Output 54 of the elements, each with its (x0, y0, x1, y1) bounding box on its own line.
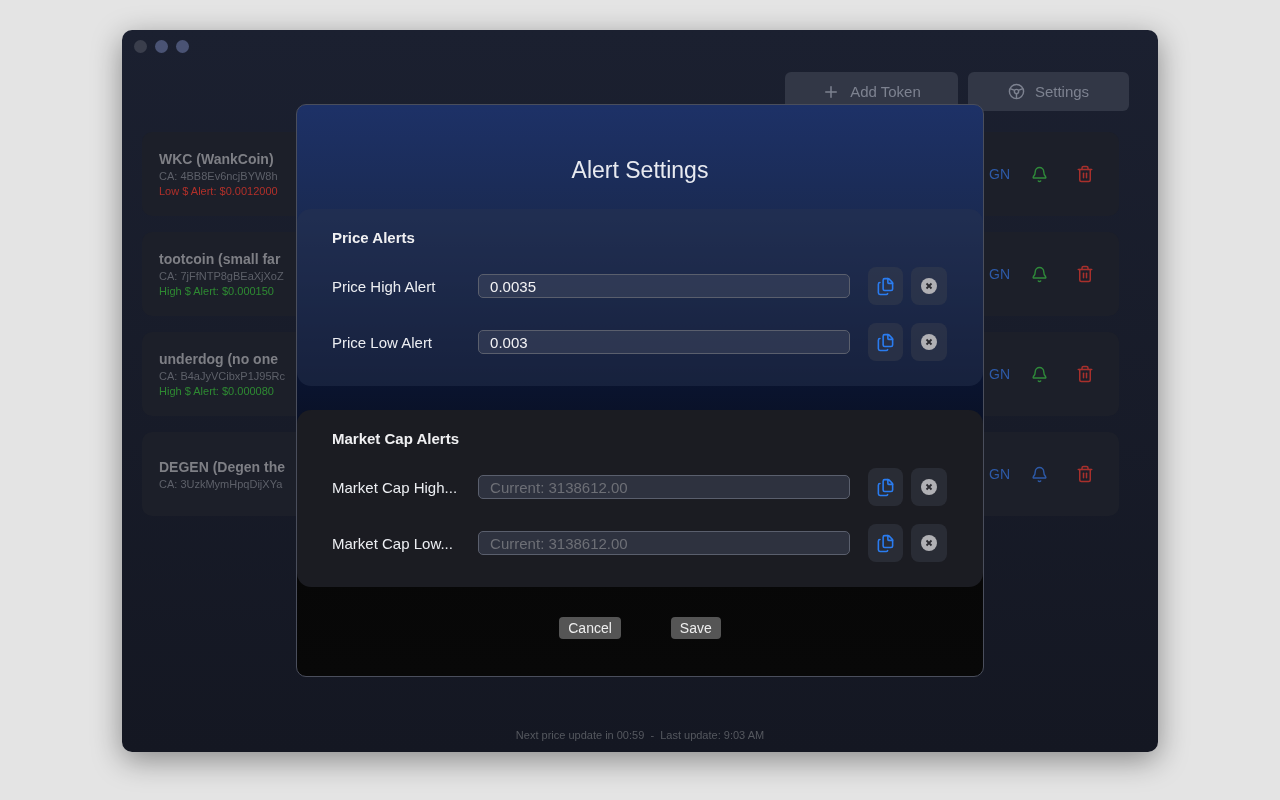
dialog-title: Alert Settings (570, 156, 710, 185)
window-control[interactable] (134, 40, 147, 53)
clear-button[interactable] (911, 468, 947, 506)
token-link[interactable]: GN (989, 266, 1011, 282)
clear-icon (921, 535, 938, 551)
clear-button[interactable] (911, 524, 947, 562)
input-field[interactable]: 0.0035 (478, 274, 850, 298)
paste-button[interactable] (867, 323, 904, 361)
token-name: DEGEN (Degen the (159, 458, 285, 475)
settings-button[interactable]: Settings (968, 72, 1129, 111)
clear-icon (921, 278, 938, 294)
field-label: Price High Alert (332, 277, 437, 295)
trash-icon (1076, 465, 1094, 483)
section-title: Price Alerts (332, 229, 416, 246)
alert-text: High $ Alert: $0.000080 (159, 385, 274, 397)
contract-address: CA: 4BB8Ev6ncjBYW8h (159, 170, 278, 182)
clear-icon (921, 479, 938, 495)
status-text: Next price update in 00:59 - Last update: 9:03 AM (515, 729, 765, 741)
window-control[interactable] (155, 40, 168, 53)
input-field[interactable]: Current: 3138612.00 (478, 531, 850, 555)
section-title: Market Cap Alerts (332, 430, 460, 447)
input-field[interactable]: Current: 3138612.00 (478, 475, 850, 499)
field-label: Market Cap Low... (332, 534, 454, 552)
paste-button[interactable] (867, 468, 904, 506)
token-name: tootcoin (small far (159, 251, 281, 267)
trash-icon (1076, 165, 1094, 183)
token-link[interactable]: GN (989, 466, 1011, 482)
input-field[interactable]: 0.003 (478, 330, 850, 354)
paste-button[interactable] (867, 267, 904, 305)
alert-text: Low $ Alert: $0.0012000 (159, 185, 278, 197)
field-label: Price Low Alert (332, 333, 434, 351)
token-link[interactable]: GN (989, 366, 1011, 382)
trash-icon (1076, 265, 1094, 283)
field-label: Market Cap High... (332, 478, 459, 496)
steering-wheel-icon (1007, 83, 1025, 100)
token-name: underdog (no one (159, 351, 278, 367)
alert-text: High $ Alert: $0.000150 (159, 285, 274, 297)
window-control[interactable] (176, 40, 189, 53)
contract-address: CA: 3UzkMymHpqDijXYa (159, 477, 283, 490)
clear-button[interactable] (911, 267, 947, 305)
clear-icon (921, 334, 938, 350)
contract-address: CA: B4aJyVCibxP1J95Rc (159, 370, 285, 382)
trash-icon (1076, 365, 1094, 383)
documents-icon (875, 276, 895, 296)
save-button[interactable]: Save (670, 617, 721, 639)
clear-button[interactable] (911, 323, 947, 361)
documents-icon (875, 332, 895, 352)
paste-button[interactable] (867, 524, 904, 562)
documents-icon (875, 477, 895, 497)
documents-icon (875, 533, 895, 553)
token-name: WKC (WankCoin) (159, 151, 274, 167)
cancel-button[interactable]: Cancel (559, 617, 621, 639)
contract-address: CA: 7jFfNTP8gBEaXjXoZ (159, 270, 284, 282)
token-link[interactable]: GN (989, 166, 1011, 182)
